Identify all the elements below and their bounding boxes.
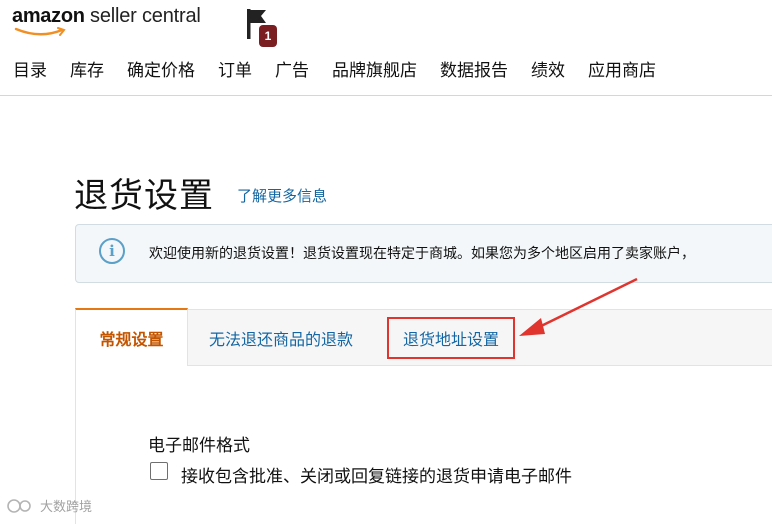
nav-brand-store[interactable]: 品牌旗舰店: [332, 56, 417, 81]
settings-tabs: 常规设置 无法退还商品的退款 退货地址设置: [75, 308, 772, 366]
info-text: 欢迎使用新的退货设置！退货设置现在特定于商城。如果您为多个地区启用了卖家账户，: [149, 246, 695, 262]
learn-more-link[interactable]: 了解更多信息: [237, 185, 327, 206]
watermark: 大数跨境: [6, 496, 92, 515]
watermark-logo-icon: [7, 498, 31, 513]
top-header: amazon seller central 1 目录 库存 确定价格 订单 广告…: [0, 0, 772, 96]
seller-central-logo[interactable]: amazon seller central: [12, 5, 201, 37]
nav-advertising[interactable]: 广告: [275, 56, 309, 81]
nav-performance[interactable]: 绩效: [531, 56, 565, 81]
email-links-checkbox[interactable]: [150, 462, 168, 480]
email-format-label: 电子邮件格式: [148, 436, 250, 456]
nav-appstore[interactable]: 应用商店: [588, 56, 656, 81]
notifications-flag[interactable]: 1: [244, 6, 278, 48]
nav-orders[interactable]: 订单: [218, 56, 252, 81]
page-title: 退货设置: [74, 176, 214, 216]
nav-pricing[interactable]: 确定价格: [127, 56, 195, 81]
watermark-text: 大数跨境: [40, 500, 93, 515]
logo-brand: amazon: [12, 5, 85, 27]
nav-inventory[interactable]: 库存: [70, 56, 104, 81]
logo-suffix: seller central: [84, 5, 201, 27]
main-nav: 目录 库存 确定价格 订单 广告 品牌旗舰店 数据报告 绩效 应用商店: [13, 56, 679, 81]
amazon-smile-icon: [14, 27, 66, 36]
tab-general-settings[interactable]: 常规设置: [75, 308, 188, 366]
info-icon: i: [99, 238, 125, 264]
info-banner: i 欢迎使用新的退货设置！退货设置现在特定于商城。如果您为多个地区启用了卖家账户…: [75, 224, 772, 283]
nav-catalog[interactable]: 目录: [13, 56, 47, 81]
red-arrow-annotation: [519, 277, 638, 336]
tab-non-returnable-refund[interactable]: 无法退还商品的退款: [209, 310, 353, 365]
tab-return-address-settings[interactable]: 退货地址设置: [387, 317, 516, 359]
notification-badge: 1: [259, 25, 277, 47]
email-links-checkbox-label[interactable]: 接收包含批准、关闭或回复链接的退货申请电子邮件: [181, 462, 572, 487]
nav-reports[interactable]: 数据报告: [440, 56, 508, 81]
